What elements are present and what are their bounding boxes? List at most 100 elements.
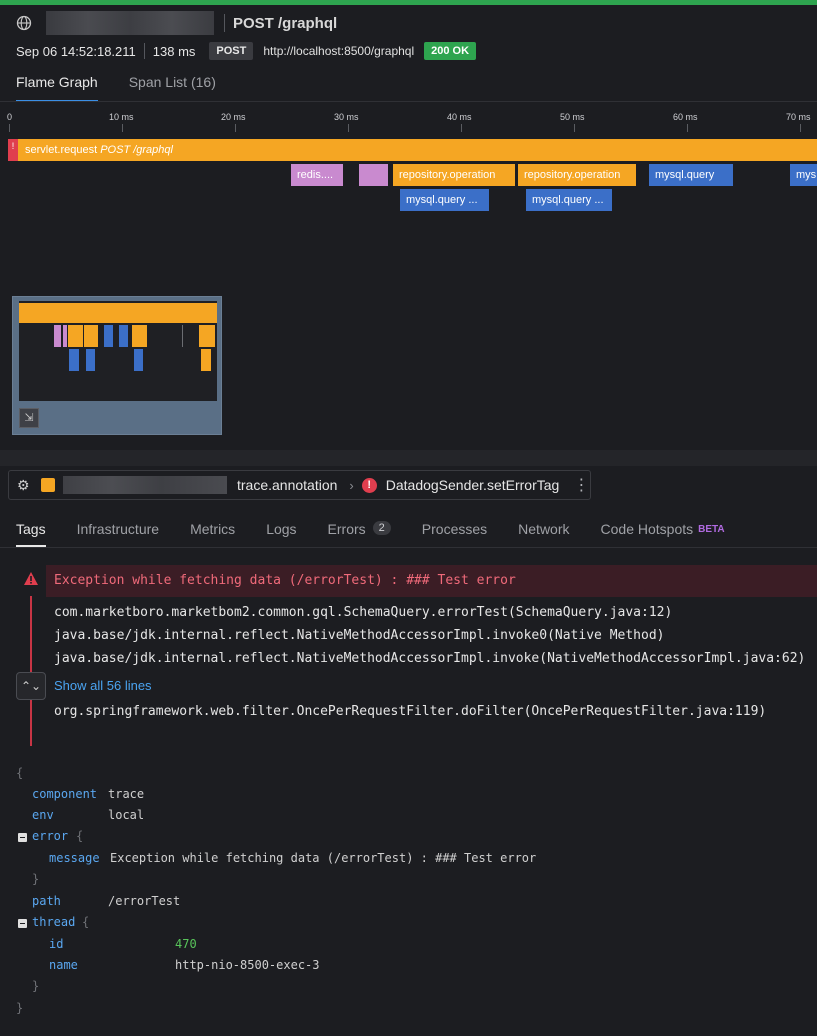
minimap-span xyxy=(199,325,215,347)
axis-tick-line xyxy=(9,124,10,132)
stack-line: java.base/jdk.internal.reflect.NativeMet… xyxy=(54,651,806,666)
section-divider xyxy=(0,450,817,466)
minimap-span xyxy=(68,325,83,347)
tag-value: /errorTest xyxy=(108,894,181,908)
span-mysql-query[interactable]: mys xyxy=(790,164,817,186)
time-axis: 0 10 ms 20 ms 30 ms 40 ms 50 ms 60 ms 70… xyxy=(0,108,817,132)
tab-label: Errors xyxy=(327,521,366,537)
tab-logs[interactable]: Logs xyxy=(266,521,296,547)
error-message: Exception while fetching data (/errorTes… xyxy=(54,573,516,588)
beta-badge: BETA xyxy=(698,524,725,535)
more-options-icon[interactable]: ⋮ xyxy=(573,475,589,495)
json-brace: } xyxy=(16,1001,24,1015)
json-brace: } xyxy=(32,979,40,993)
tag-value: 470 xyxy=(175,937,197,951)
tab-label: Infrastructure xyxy=(76,521,160,537)
expand-stack-button[interactable]: ⌃⌄ xyxy=(16,672,46,700)
redacted-service-name xyxy=(63,476,227,494)
divider xyxy=(224,14,225,32)
span-redis-small[interactable] xyxy=(359,164,388,186)
axis-tick-line xyxy=(574,124,575,132)
json-brace: { xyxy=(82,915,90,929)
span-repository-operation[interactable]: repository.operation xyxy=(518,164,636,186)
axis-tick-line xyxy=(800,124,801,132)
breadcrumb-service[interactable]: trace.annotation xyxy=(237,477,337,493)
collapse-toggle-icon[interactable] xyxy=(18,833,27,842)
collapse-toggle-icon[interactable] xyxy=(18,919,27,928)
page-title: POST /graphql xyxy=(233,14,338,32)
tab-span-list[interactable]: Span List (16) xyxy=(129,74,216,102)
span-mysql-query[interactable]: mysql.query xyxy=(649,164,733,186)
tag-key: id xyxy=(49,937,64,951)
globe-icon xyxy=(16,15,32,31)
tag-value: Exception while fetching data (/errorTes… xyxy=(110,851,537,865)
minimap-span xyxy=(132,325,147,347)
tag-value: http-nio-8500-exec-3 xyxy=(175,958,320,972)
breadcrumb-span[interactable]: DatadogSender.setErrorTag xyxy=(386,477,560,493)
tabs-divider xyxy=(0,547,817,548)
tab-metrics[interactable]: Metrics xyxy=(190,521,235,547)
http-method-badge: POST xyxy=(209,42,254,60)
tag-key: error xyxy=(32,829,69,843)
tab-label: Processes xyxy=(421,521,488,537)
tab-infrastructure[interactable]: Infrastructure xyxy=(77,521,159,547)
tag-value: local xyxy=(108,808,145,822)
json-brace: { xyxy=(16,766,24,780)
trace-meta: Sep 06 14:52:18.211 138 ms POST http://l… xyxy=(16,40,477,62)
span-name: servlet.request xyxy=(25,144,98,156)
tag-key: message xyxy=(49,851,100,865)
axis-tick: 20 ms xyxy=(221,112,246,122)
tab-code-hotspots[interactable]: Code Hotspots BETA xyxy=(601,521,725,547)
minimap-span xyxy=(119,325,128,347)
minimap-span xyxy=(69,349,79,371)
errors-count-badge: 2 xyxy=(372,521,391,535)
minimap-viewport[interactable] xyxy=(19,301,217,401)
minimap-span xyxy=(134,349,143,371)
detail-tabs: Tags Infrastructure Metrics Logs Errors 2… xyxy=(16,521,756,547)
trace-timestamp: Sep 06 14:52:18.211 xyxy=(16,43,136,59)
tab-flame-graph[interactable]: Flame Graph xyxy=(16,74,98,102)
span-mysql-query-child[interactable]: mysql.query ... xyxy=(526,189,612,211)
axis-tick: 40 ms xyxy=(447,112,472,122)
minimap-span xyxy=(84,325,98,347)
axis-tick-line xyxy=(348,124,349,132)
tag-value: trace xyxy=(108,787,145,801)
collapse-minimap-icon[interactable]: ⇲ xyxy=(19,408,39,428)
tag-key: name xyxy=(49,958,78,972)
minimap-span xyxy=(182,325,183,347)
tab-errors[interactable]: Errors 2 xyxy=(328,521,391,547)
tabs-divider xyxy=(0,101,817,102)
error-icon: ! xyxy=(361,477,377,493)
tab-tags[interactable]: Tags xyxy=(16,521,46,547)
axis-tick: 70 ms xyxy=(786,112,811,122)
span-mysql-query-child[interactable]: mysql.query ... xyxy=(400,189,489,211)
flame-minimap[interactable]: ⇲ xyxy=(12,296,222,435)
trace-header: POST /graphql xyxy=(16,11,338,35)
request-url[interactable]: http://localhost:8500/graphql xyxy=(263,44,414,58)
axis-tick: 30 ms xyxy=(334,112,359,122)
divider xyxy=(143,43,145,59)
tab-label: Tags xyxy=(16,521,46,537)
span-servlet-request[interactable]: servlet.request POST /graphql xyxy=(18,139,817,161)
stack-line: java.base/jdk.internal.reflect.NativeMet… xyxy=(54,628,665,643)
tab-network[interactable]: Network xyxy=(518,521,569,547)
tab-label: Metrics xyxy=(190,521,236,537)
show-all-lines-link[interactable]: Show all 56 lines xyxy=(54,678,152,693)
minimap-span xyxy=(19,303,217,323)
error-accent-bar xyxy=(30,596,32,746)
tab-processes[interactable]: Processes xyxy=(422,521,487,547)
service-color-icon xyxy=(41,478,55,492)
view-tabs: Flame Graph Span List (16) xyxy=(16,74,247,102)
minimap-span xyxy=(54,325,61,347)
span-redis[interactable]: redis.... xyxy=(291,164,343,186)
axis-tick-line xyxy=(687,124,688,132)
gear-icon: ⚙ xyxy=(17,476,30,493)
json-brace: { xyxy=(76,829,84,843)
tab-label: Code Hotspots xyxy=(600,521,694,537)
status-top-bar xyxy=(0,0,817,5)
axis-tick-line xyxy=(461,124,462,132)
minimap-span xyxy=(201,349,211,371)
redacted-service-name xyxy=(46,11,214,35)
tag-key: path xyxy=(32,894,61,908)
span-repository-operation[interactable]: repository.operation xyxy=(393,164,515,186)
